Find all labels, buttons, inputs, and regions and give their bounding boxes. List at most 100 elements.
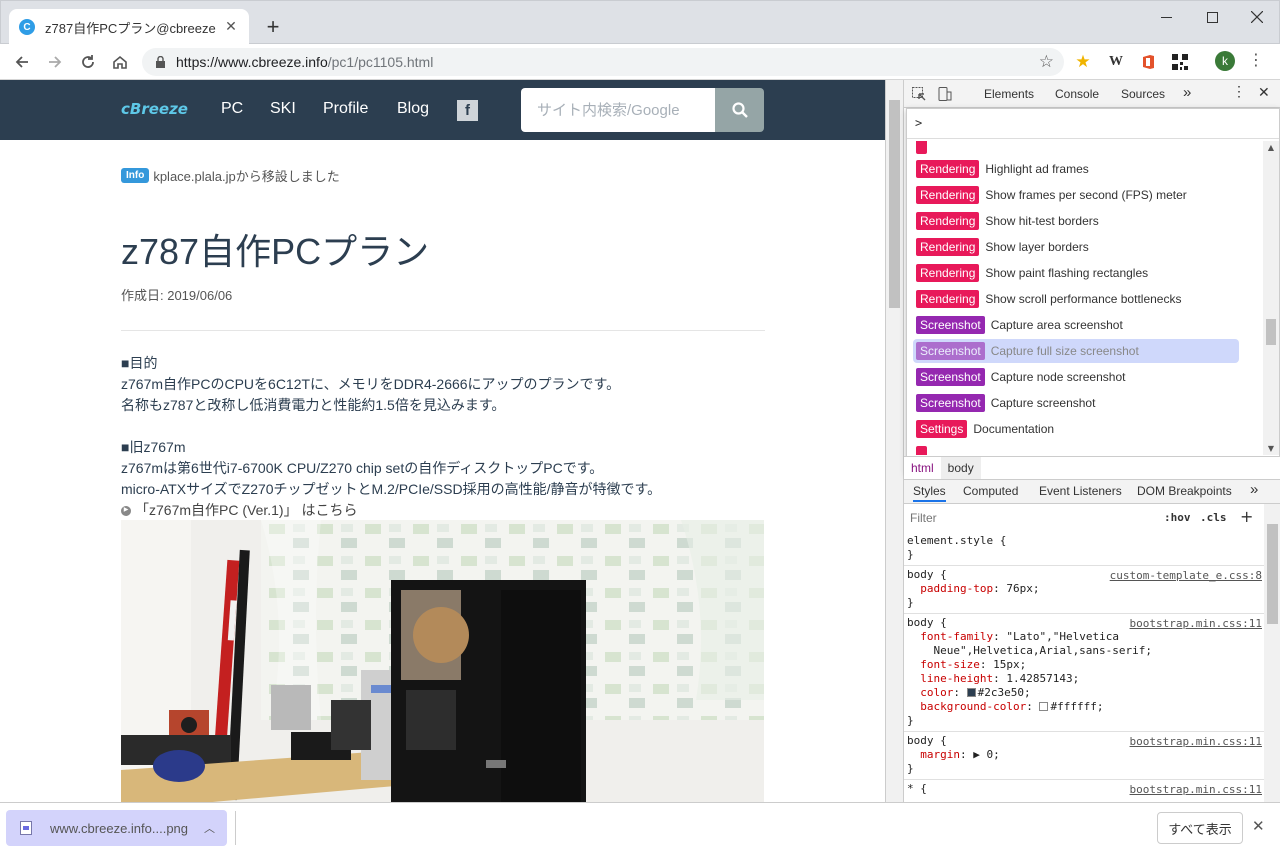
back-button[interactable]: [10, 50, 34, 74]
site-brand-logo[interactable]: cBreeze: [121, 100, 188, 118]
minimize-window-button[interactable]: [1143, 1, 1189, 33]
nav-link-ski[interactable]: SKI: [270, 100, 296, 118]
site-search-button[interactable]: [715, 88, 764, 132]
z767m-link[interactable]: ▶ 「z767m自作PC (Ver.1)」 はこちら: [121, 500, 765, 521]
more-subtabs-icon[interactable]: »: [1250, 481, 1258, 498]
browser-menu-icon[interactable]: ⋮: [1248, 50, 1264, 72]
nav-link-profile[interactable]: Profile: [323, 100, 368, 118]
rule-source-link[interactable]: bootstrap.min.css:11: [1130, 783, 1262, 796]
tab-computed[interactable]: Computed: [963, 484, 1018, 498]
lock-icon: [154, 56, 166, 68]
address-bar[interactable]: https://www.cbreeze.info/pc1/pc1105.html…: [142, 48, 1064, 76]
styles-scrollbar[interactable]: [1264, 504, 1280, 802]
command-item[interactable]: Rendering Show frames per second (FPS) me…: [913, 183, 1239, 207]
profile-avatar[interactable]: k: [1215, 51, 1235, 71]
command-item[interactable]: Screenshot Capture screenshot: [913, 391, 1239, 415]
command-item[interactable]: Rendering Show layer borders: [913, 235, 1239, 259]
expand-arrow-icon[interactable]: ▶: [973, 748, 980, 761]
devtools-menu-icon[interactable]: ⋮: [1232, 83, 1246, 100]
site-search-input[interactable]: [521, 88, 715, 132]
rule-source-link[interactable]: custom-template_e.css:8: [1110, 569, 1262, 582]
extension-w-icon[interactable]: W: [1106, 52, 1126, 72]
tab-event-listeners[interactable]: Event Listeners: [1039, 484, 1122, 498]
facebook-icon[interactable]: f: [457, 100, 478, 121]
new-tab-button[interactable]: +: [261, 14, 285, 39]
nav-link-pc[interactable]: PC: [221, 100, 243, 118]
styles-scrollbar-thumb[interactable]: [1267, 524, 1278, 624]
tab-elements[interactable]: Elements: [984, 87, 1034, 101]
category-tag: Screenshot: [916, 394, 985, 412]
command-item[interactable]: Rendering Show hit-test borders: [913, 209, 1239, 233]
link-text: 「z767m自作PC (Ver.1)」 はこちら: [135, 502, 358, 518]
close-window-button[interactable]: [1234, 1, 1280, 33]
devtools-panel: Elements Console Sources » ⋮ ✕ > Renderi…: [903, 80, 1280, 802]
category-tag: Rendering: [916, 238, 980, 256]
rule-close: }: [907, 596, 914, 609]
command-menu: > Rendering Highlight ad frames Rendering…: [906, 108, 1280, 474]
download-item[interactable]: www.cbreeze.info....png ︿: [6, 810, 227, 846]
scroll-down-icon[interactable]: ▼: [1266, 444, 1276, 453]
command-item[interactable]: [913, 443, 1239, 455]
command-label: Documentation: [973, 422, 1055, 436]
command-item[interactable]: Rendering Highlight ad frames: [913, 157, 1239, 181]
forward-button[interactable]: [43, 50, 67, 74]
category-tag: Rendering: [916, 264, 980, 282]
tab-dom-breakpoints[interactable]: DOM Breakpoints: [1137, 484, 1232, 498]
command-label: Show paint flashing rectangles: [985, 266, 1149, 280]
article-date: 作成日: 2019/06/06: [121, 288, 233, 303]
command-list: Rendering Highlight ad frames Rendering Sh…: [907, 141, 1265, 455]
tab-console[interactable]: Console: [1055, 87, 1099, 101]
command-label: Capture area screenshot: [990, 318, 1123, 332]
chevron-up-icon[interactable]: ︿: [204, 820, 215, 836]
category-tag: [916, 446, 928, 455]
tab-styles[interactable]: Styles: [913, 484, 946, 502]
download-shelf: www.cbreeze.info....png ︿ すべて表示 ✕: [0, 802, 1280, 852]
new-rule-icon[interactable]: +: [1240, 507, 1253, 526]
color-swatch[interactable]: [1039, 702, 1049, 711]
page-scrollbar[interactable]: [886, 80, 903, 802]
nav-link-blog[interactable]: Blog: [397, 100, 429, 118]
maximize-window-button[interactable]: [1189, 1, 1235, 33]
color-swatch[interactable]: [966, 688, 976, 697]
extension-qr-icon[interactable]: [1170, 52, 1190, 72]
command-list-scrollbar[interactable]: ▲ ▼: [1263, 141, 1279, 455]
rule-source-link[interactable]: bootstrap.min.css:11: [1130, 735, 1262, 748]
scroll-up-icon[interactable]: ▲: [1266, 143, 1276, 152]
device-toolbar-icon[interactable]: [936, 85, 954, 103]
close-devtools-icon[interactable]: ✕: [1258, 84, 1270, 101]
command-item[interactable]: [913, 141, 1239, 157]
command-item[interactable]: Screenshot Capture node screenshot: [913, 365, 1239, 389]
search-icon: [731, 102, 748, 118]
command-scrollbar-thumb[interactable]: [1266, 319, 1276, 345]
prop-value: #2c3e50;: [977, 686, 1031, 699]
browser-tab[interactable]: C z787自作PCプラン@cbreeze ✕: [9, 9, 249, 45]
tab-sources[interactable]: Sources: [1121, 87, 1165, 101]
bookmark-star-icon[interactable]: ☆: [1039, 52, 1054, 72]
crumb-body[interactable]: body: [940, 457, 981, 479]
command-item-selected[interactable]: Screenshot Capture full size screenshot: [913, 339, 1239, 363]
command-item[interactable]: Rendering Show scroll performance bottlen…: [913, 287, 1239, 311]
rule-source-link[interactable]: bootstrap.min.css:11: [1130, 617, 1262, 630]
command-item[interactable]: Screenshot Capture area screenshot: [913, 313, 1239, 337]
hover-state-toggle[interactable]: :hov: [1164, 511, 1191, 524]
command-item[interactable]: Settings Documentation: [913, 417, 1239, 441]
crumb-html[interactable]: html: [904, 461, 941, 475]
class-toggle[interactable]: .cls: [1200, 511, 1227, 524]
category-tag: Screenshot: [916, 342, 985, 360]
styles-filter-input[interactable]: [907, 508, 1155, 528]
page-scrollbar-thumb[interactable]: [889, 100, 900, 308]
extension-star-icon[interactable]: ★: [1073, 52, 1093, 72]
show-all-downloads-button[interactable]: すべて表示: [1157, 812, 1243, 844]
more-tabs-icon[interactable]: »: [1183, 84, 1191, 101]
close-shelf-icon[interactable]: ✕: [1252, 817, 1265, 835]
home-button[interactable]: [108, 50, 132, 74]
info-text: kplace.plala.jpから移設しました: [153, 169, 340, 184]
prop-name: margin: [920, 748, 960, 761]
command-input[interactable]: >: [907, 109, 1279, 139]
reload-button[interactable]: [76, 50, 100, 74]
close-tab-icon[interactable]: ✕: [223, 19, 239, 35]
inspect-element-icon[interactable]: [910, 85, 928, 103]
command-item[interactable]: Rendering Show paint flashing rectangles: [913, 261, 1239, 285]
extension-office-icon[interactable]: [1138, 52, 1158, 72]
prop-value-continued: Neue",Helvetica,Arial,sans-serif;: [907, 644, 1153, 657]
